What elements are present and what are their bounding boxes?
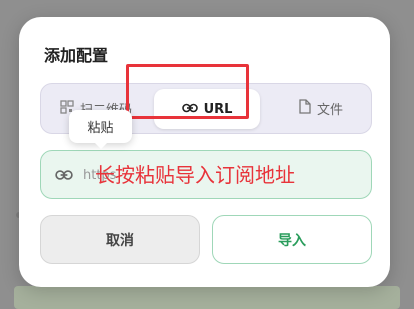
paste-instruction-annotation: 长按粘贴导入订阅地址 xyxy=(95,163,295,187)
url-tab-highlight-annotation xyxy=(126,64,249,119)
tab-file-label: 文件 xyxy=(316,103,343,118)
dialog-title: 添加配置 xyxy=(44,46,109,65)
background-content xyxy=(14,286,400,309)
cancel-button[interactable]: 取消 xyxy=(40,215,200,264)
tab-file[interactable]: 文件 xyxy=(271,84,371,133)
import-button[interactable]: 导入 xyxy=(212,215,372,264)
file-icon xyxy=(299,99,311,118)
link-icon xyxy=(55,166,73,185)
paste-tooltip[interactable]: 粘贴 xyxy=(69,110,132,149)
add-config-dialog: 添加配置 扫二维码 URL 文件 取消 导入 xyxy=(19,17,390,287)
